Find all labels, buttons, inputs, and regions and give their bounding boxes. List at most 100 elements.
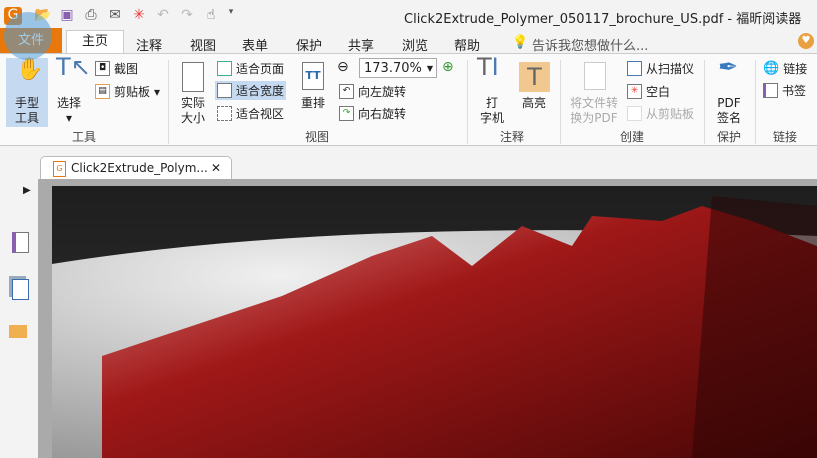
- menu-tabs: 注释 视图 表单 保护 共享 浏览 帮助 💡 告诉我您想做什么... ♥: [0, 33, 817, 54]
- snapshot-button[interactable]: ◘ 截图: [95, 60, 138, 77]
- blank-label: 空白: [646, 85, 671, 99]
- bookmark-label: 书签: [782, 84, 807, 98]
- clipboard-label: 剪贴板: [114, 85, 151, 99]
- clipboard-icon: ▤: [95, 84, 110, 99]
- tab-form[interactable]: 表单: [242, 35, 268, 54]
- fit-visible-label: 适合视区: [236, 107, 285, 121]
- print-icon[interactable]: ⎙: [82, 7, 100, 25]
- app-logo-icon: G: [4, 7, 22, 25]
- tab-help[interactable]: 帮助: [454, 35, 480, 54]
- page-icon: [182, 62, 204, 92]
- from-scanner-button[interactable]: 从扫描仪: [627, 60, 694, 77]
- highlight-button[interactable]: T 高亮: [518, 60, 550, 111]
- fit-page-label: 适合页面: [236, 62, 285, 76]
- rotate-right-label: 向右旋转: [358, 107, 407, 121]
- tab-view[interactable]: 视图: [190, 35, 216, 54]
- clipboard-button[interactable]: ▤ 剪贴板 ▾: [95, 83, 160, 100]
- pdf-file-icon: G: [53, 161, 66, 177]
- highlight-label: 高亮: [521, 96, 546, 110]
- link-button[interactable]: 🌐 链接: [763, 60, 807, 77]
- document-tab-label: Click2Extrude_Polym...: [71, 161, 208, 175]
- convert-icon: [584, 62, 606, 90]
- touch-mode-icon[interactable]: ☝: [202, 7, 220, 25]
- hand-tool-label: 手型 工具: [14, 96, 39, 125]
- customize-toolbar-icon[interactable]: ▾: [222, 7, 240, 25]
- rotate-left-button[interactable]: ↶ 向左旋转: [339, 83, 406, 100]
- undo-icon[interactable]: ↶: [154, 7, 172, 25]
- fit-width-icon: [217, 83, 232, 98]
- new-icon[interactable]: ✳: [130, 7, 148, 25]
- fit-width-button[interactable]: 适合宽度: [215, 81, 287, 100]
- link-label: 链接: [783, 62, 808, 76]
- pdf-sign-button[interactable]: ✒ PDF 签名: [712, 53, 746, 126]
- rotate-right-icon: ↷: [339, 106, 354, 121]
- page-image: [52, 186, 817, 458]
- redo-icon[interactable]: ↷: [178, 7, 196, 25]
- snapshot-label: 截图: [114, 62, 139, 76]
- bookmarks-panel-icon[interactable]: [12, 232, 29, 253]
- zoom-out-button[interactable]: ⊖: [337, 59, 349, 75]
- tab-comment[interactable]: 注释: [136, 35, 162, 54]
- fit-page-icon: [217, 61, 232, 76]
- pages-panel-icon[interactable]: [12, 279, 29, 300]
- heart-icon[interactable]: ♥: [798, 33, 814, 49]
- reflow-icon: TT: [302, 62, 324, 90]
- group-label-tools: 工具: [72, 130, 97, 144]
- select-text-icon: T↖: [56, 53, 91, 81]
- close-tab-icon[interactable]: ✕: [211, 157, 221, 179]
- highlight-icon: T: [519, 62, 550, 92]
- camera-icon: ◘: [95, 61, 110, 76]
- group-label-links: 链接: [773, 130, 798, 144]
- typewriter-label: 打 字机: [479, 96, 504, 125]
- tab-protect[interactable]: 保护: [296, 35, 322, 54]
- rotate-left-label: 向左旋转: [358, 85, 407, 99]
- zoom-select[interactable]: 173.70% ▼: [359, 58, 437, 78]
- zoom-value: 173.70%: [364, 60, 422, 76]
- group-label-protect: 保护: [717, 130, 742, 144]
- tell-me-input[interactable]: 告诉我您想做什么...: [532, 35, 648, 54]
- rotate-right-button[interactable]: ↷ 向右旋转: [339, 105, 406, 122]
- hand-tool-button[interactable]: ✋ 手型 工具: [6, 58, 48, 127]
- group-label-comment: 注释: [500, 130, 525, 144]
- bookmark-button[interactable]: 书签: [763, 82, 806, 99]
- lightbulb-icon: 💡: [512, 35, 529, 50]
- blank-button[interactable]: ✳ 空白: [627, 83, 670, 100]
- select-label: 选择: [56, 96, 81, 110]
- select-button[interactable]: T↖ 选择 ▾: [52, 55, 91, 126]
- fit-visible-button[interactable]: 适合视区: [217, 105, 284, 122]
- fit-page-button[interactable]: 适合页面: [217, 60, 284, 77]
- blank-page-icon: ✳: [627, 84, 642, 99]
- convert-label: 将文件转 换为PDF: [569, 96, 618, 125]
- from-clipboard-label: 从剪贴板: [646, 107, 695, 121]
- group-label-view: 视图: [305, 130, 330, 144]
- pen-icon: ✒: [718, 53, 739, 81]
- zoom-in-button[interactable]: ⊕: [442, 59, 454, 75]
- actual-size-button[interactable]: 实际 大小: [176, 60, 210, 126]
- fit-width-label: 适合宽度: [236, 84, 285, 98]
- save-icon[interactable]: ▣: [58, 7, 76, 25]
- from-clipboard-button[interactable]: 从剪贴板: [627, 105, 694, 122]
- open-icon[interactable]: 📂: [34, 7, 52, 25]
- convert-to-pdf-button[interactable]: 将文件转 换为PDF: [566, 62, 622, 126]
- fit-visible-icon: [217, 106, 232, 121]
- tab-share[interactable]: 共享: [348, 35, 374, 54]
- tab-browse[interactable]: 浏览: [402, 35, 428, 54]
- group-label-create: 创建: [620, 130, 645, 144]
- reflow-button[interactable]: TT 重排: [298, 62, 328, 111]
- typewriter-button[interactable]: TI 打 字机: [475, 53, 509, 126]
- hand-icon: ✋: [16, 57, 44, 82]
- reflow-label: 重排: [300, 96, 325, 110]
- pdf-page: [52, 186, 817, 458]
- expand-panel-icon[interactable]: ▶: [23, 185, 31, 196]
- comments-panel-icon[interactable]: [9, 325, 27, 338]
- typewriter-icon: TI: [477, 53, 499, 81]
- rotate-left-icon: ↶: [339, 84, 354, 99]
- title-bar: G 📂 ▣ ⎙ ✉ ✳ ↶ ↷ ☝ ▾ Click2Extrude_Polyme…: [0, 0, 817, 33]
- bookmark-icon: [763, 83, 778, 98]
- from-scanner-label: 从扫描仪: [646, 62, 695, 76]
- window-title: Click2Extrude_Polymer_050117_brochure_US…: [404, 12, 802, 27]
- pdf-sign-label: PDF 签名: [716, 96, 741, 125]
- email-icon[interactable]: ✉: [106, 7, 124, 25]
- navigation-sidebar: ▶: [0, 179, 38, 458]
- document-tab[interactable]: G Click2Extrude_Polym... ✕: [40, 156, 232, 180]
